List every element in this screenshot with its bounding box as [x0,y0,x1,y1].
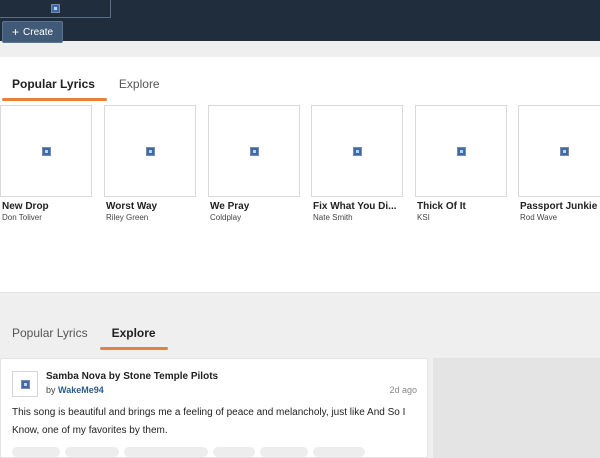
tag-chip[interactable] [65,447,119,457]
broken-image-icon [249,146,259,156]
broken-image-icon [41,146,51,156]
explore-tabs: Popular Lyrics Explore [0,316,168,360]
song-artist: Nate Smith [313,213,353,222]
post-tags [12,447,365,457]
post-author-link[interactable]: WakeMe94 [58,385,104,395]
broken-image-icon [51,4,60,13]
tab-label: Explore [111,326,156,340]
broken-image-icon [352,146,362,156]
post-body: This song is beautiful and brings me a f… [12,407,406,436]
popular-section: Popular Lyrics Explore New Drop Don Toli… [0,57,600,293]
song-thumbnail[interactable] [518,105,600,197]
post-timestamp: 2d ago [389,385,417,395]
create-button-label: Create [23,26,54,38]
create-button[interactable]: + Create [2,21,64,43]
song-thumbnail[interactable] [208,105,300,197]
post-author-prefix: by [46,385,56,395]
song-card[interactable]: Thick Of It KSI [415,105,507,222]
post-author: by WakeMe94 [46,385,104,395]
song-thumbnail[interactable] [0,105,92,197]
tag-chip[interactable] [260,447,308,457]
tab-explore[interactable]: Explore [99,316,168,350]
post-title[interactable]: Samba Nova by Stone Temple Pilots [46,371,218,382]
tag-chip[interactable] [213,447,255,457]
tag-chip[interactable] [12,447,60,457]
top-header: + Create [0,0,600,43]
song-artist: Riley Green [106,213,149,222]
song-title[interactable]: Passport Junkie [518,201,600,212]
song-carousel: New Drop Don Toliver Worst Way Riley Gre… [0,105,600,227]
song-card[interactable]: New Drop Don Toliver [0,105,92,222]
song-card[interactable]: Fix What You Di... Nate Smith [311,105,403,222]
song-artist: Rod Wave [520,213,558,222]
song-thumbnail[interactable] [415,105,507,197]
broken-image-icon [456,146,466,156]
song-title[interactable]: Worst Way [104,201,196,212]
song-thumbnail[interactable] [104,105,196,197]
tab-explore[interactable]: Explore [107,67,172,101]
section-divider [0,292,600,293]
tab-popular-lyrics[interactable]: Popular Lyrics [0,67,107,101]
logo[interactable] [0,0,111,18]
tab-label: Explore [118,77,160,91]
broken-image-icon [20,379,30,389]
song-thumbnail[interactable] [311,105,403,197]
avatar[interactable] [12,371,38,397]
song-card[interactable]: Worst Way Riley Green [104,105,196,222]
song-title[interactable]: New Drop [0,201,92,212]
tab-label: Popular Lyrics [12,77,95,91]
tag-chip[interactable] [313,447,365,457]
song-title[interactable]: We Pray [208,201,300,212]
song-title[interactable]: Thick Of It [415,201,507,212]
song-card[interactable]: Passport Junkie Rod Wave [518,105,600,222]
song-title[interactable]: Fix What You Di... [311,201,403,212]
song-artist: Coldplay [210,213,242,222]
side-panel [433,358,600,458]
song-artist: KSI [417,213,430,222]
broken-image-icon [145,146,155,156]
song-card[interactable]: We Pray Coldplay [208,105,300,222]
explore-post: Samba Nova by Stone Temple Pilots by Wak… [0,358,428,458]
tab-label: Popular Lyrics [12,326,88,340]
song-artist: Don Toliver [2,213,42,222]
tag-chip[interactable] [124,447,208,457]
tab-popular-lyrics[interactable]: Popular Lyrics [0,316,100,350]
broken-image-icon [559,146,569,156]
explore-section: Popular Lyrics Explore Samba Nova by Sto… [0,300,600,458]
plus-icon: + [12,25,20,39]
